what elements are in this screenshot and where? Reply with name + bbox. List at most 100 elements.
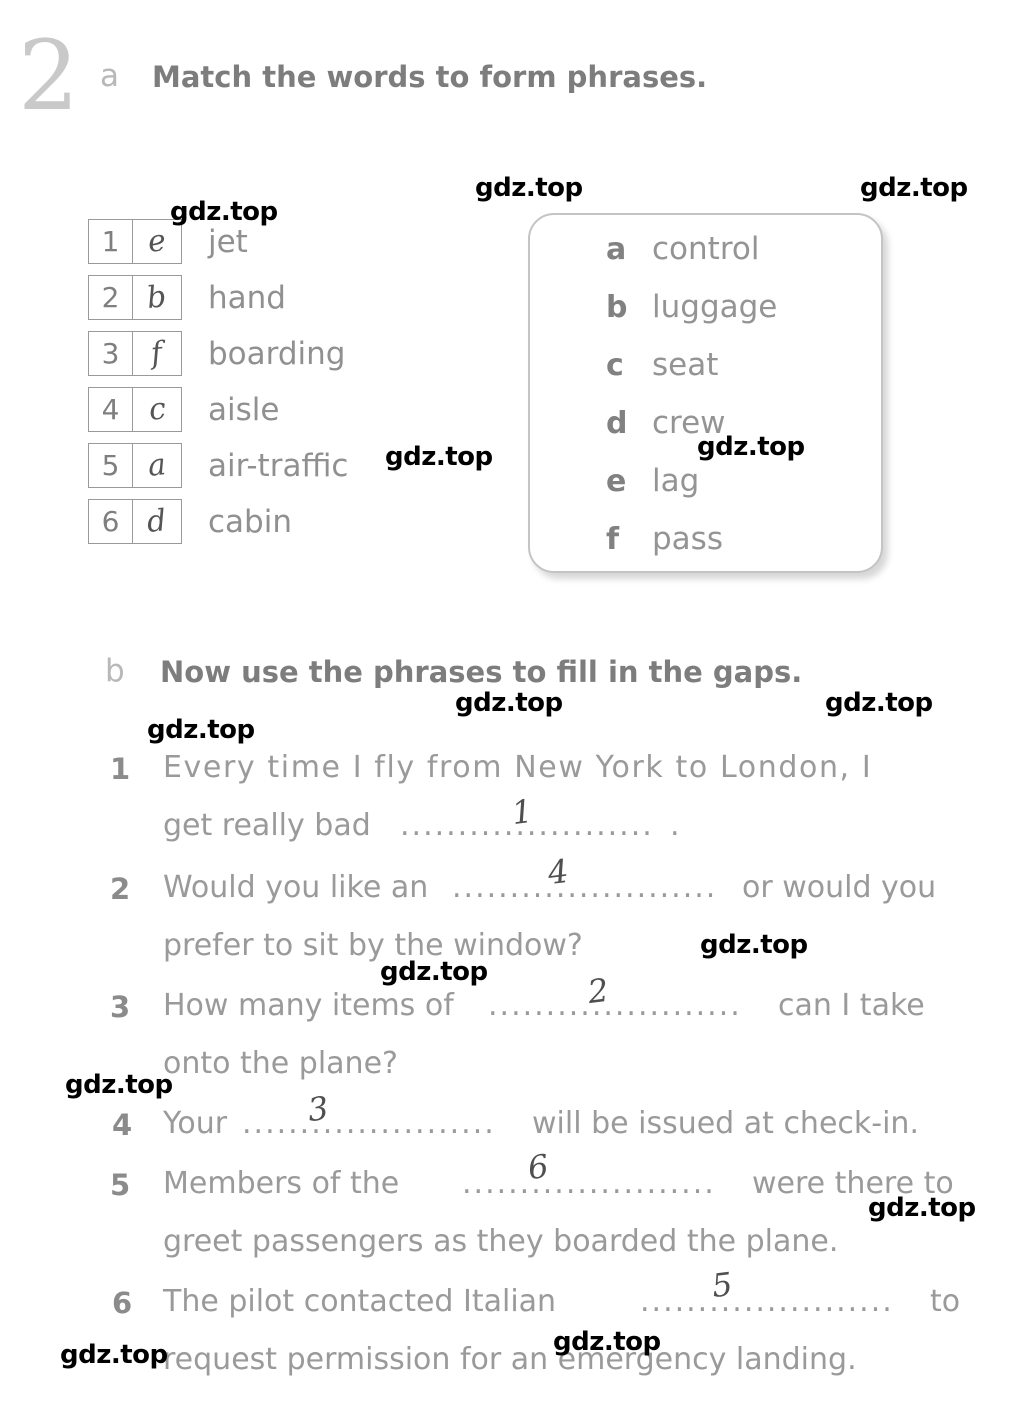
match-boxes[interactable]: 2 b	[88, 275, 182, 320]
option-letter: f	[606, 522, 620, 557]
match-boxes[interactable]: 1 e	[88, 219, 182, 264]
option-letter: a	[606, 232, 627, 267]
question-text: or would you	[742, 870, 937, 905]
question-text: will be issued at check-in.	[532, 1106, 919, 1141]
match-number: 1	[89, 220, 133, 263]
match-answer-box[interactable]: f	[133, 332, 181, 375]
option-word: luggage	[652, 289, 778, 325]
match-word: air-traffic	[208, 447, 349, 484]
option-letter: c	[606, 348, 624, 383]
question-text: prefer to sit by the window?	[163, 928, 583, 963]
question-number: 6	[112, 1286, 133, 1320]
question-gap-dots[interactable]: ......................	[242, 1106, 496, 1141]
question-gap-dots[interactable]: ......................	[488, 988, 742, 1023]
watermark: gdz.top	[860, 173, 968, 203]
question-number: 2	[110, 872, 131, 906]
question-text: request permission for an emergency land…	[163, 1342, 857, 1377]
question-text: get really bad	[163, 808, 371, 843]
watermark: gdz.top	[65, 1070, 173, 1100]
options-panel: a control b luggage c seat d crew e lag …	[528, 213, 883, 573]
match-boxes[interactable]: 3 f	[88, 331, 182, 376]
question-text: Your	[163, 1106, 228, 1141]
question-gap-dots[interactable]: ......................	[640, 1284, 894, 1319]
match-answer-box[interactable]: d	[133, 500, 181, 543]
question-text: to	[930, 1284, 961, 1319]
question-text: greet passengers as they boarded the pla…	[163, 1224, 839, 1259]
question-text: .	[670, 808, 680, 843]
option-word: control	[652, 231, 760, 267]
question-text: Members of the	[163, 1166, 400, 1201]
part-a-letter: a	[100, 58, 119, 94]
handwritten-answer: f	[149, 335, 165, 371]
gap-handwritten-answer: 6	[525, 1146, 551, 1188]
option-word: lag	[652, 463, 700, 499]
watermark: gdz.top	[380, 957, 488, 987]
watermark: gdz.top	[170, 197, 278, 227]
watermark: gdz.top	[385, 442, 493, 472]
watermark: gdz.top	[475, 173, 583, 203]
question-gap-dots[interactable]: .......................	[452, 870, 717, 905]
watermark: gdz.top	[553, 1327, 661, 1357]
match-row[interactable]: 2 b hand	[88, 274, 348, 321]
option-row[interactable]: c seat	[606, 347, 718, 383]
match-number: 5	[89, 444, 133, 487]
match-number: 4	[89, 388, 133, 431]
match-word: hand	[208, 279, 286, 316]
match-answer-box[interactable]: c	[133, 388, 181, 431]
option-row[interactable]: e lag	[606, 463, 699, 499]
part-a-heading: Match the words to form phrases.	[152, 60, 708, 94]
option-word: pass	[652, 521, 723, 557]
option-row[interactable]: a control	[606, 231, 759, 267]
match-list: 1 e jet 2 b hand 3 f boarding 4 c aisle …	[88, 218, 348, 554]
watermark: gdz.top	[868, 1193, 976, 1223]
question-text: onto the plane?	[163, 1046, 398, 1081]
option-letter: d	[606, 406, 628, 441]
handwritten-answer: a	[146, 446, 168, 484]
question-number: 5	[110, 1168, 131, 1202]
exercise-number: 2	[18, 20, 79, 132]
match-word: cabin	[208, 503, 292, 540]
question-text: How many items of	[163, 988, 454, 1023]
match-answer-box[interactable]: b	[133, 276, 181, 319]
match-number: 2	[89, 276, 133, 319]
watermark: gdz.top	[700, 930, 808, 960]
question-gap-dots[interactable]: ......................	[462, 1166, 716, 1201]
part-b-heading: Now use the phrases to fill in the gaps.	[160, 655, 803, 689]
gap-handwritten-answer: 1	[509, 791, 535, 833]
option-letter: e	[606, 464, 627, 499]
match-word: boarding	[208, 335, 346, 372]
option-letter: b	[606, 290, 628, 325]
match-answer-box[interactable]: a	[133, 444, 181, 487]
option-word: seat	[652, 347, 719, 383]
match-boxes[interactable]: 5 a	[88, 443, 182, 488]
question-text: can I take	[778, 988, 925, 1023]
gap-handwritten-answer: 2	[585, 970, 611, 1012]
match-word: jet	[208, 223, 248, 260]
question-number: 3	[110, 990, 131, 1024]
match-row[interactable]: 6 d cabin	[88, 498, 348, 545]
match-boxes[interactable]: 4 c	[88, 387, 182, 432]
question-number: 1	[110, 752, 131, 786]
question-text: The pilot contacted Italian	[163, 1284, 557, 1319]
match-number: 3	[89, 332, 133, 375]
match-word: aisle	[208, 391, 280, 428]
match-number: 6	[89, 500, 133, 543]
handwritten-answer: d	[145, 502, 169, 540]
match-row[interactable]: 5 a air-traffic	[88, 442, 348, 489]
option-row[interactable]: f pass	[606, 521, 723, 557]
watermark: gdz.top	[455, 688, 563, 718]
option-row[interactable]: b luggage	[606, 289, 777, 325]
gap-handwritten-answer: 5	[709, 1264, 735, 1306]
gap-handwritten-answer: 4	[545, 851, 571, 893]
match-boxes[interactable]: 6 d	[88, 499, 182, 544]
handwritten-answer: b	[145, 278, 169, 316]
match-row[interactable]: 3 f boarding	[88, 330, 348, 377]
watermark: gdz.top	[60, 1340, 168, 1370]
match-row[interactable]: 4 c aisle	[88, 386, 348, 433]
handwritten-answer: c	[146, 390, 168, 428]
gap-handwritten-answer: 3	[305, 1088, 331, 1130]
watermark: gdz.top	[147, 715, 255, 745]
question-text: Every time I fly from New York to London…	[163, 750, 873, 785]
watermark: gdz.top	[825, 688, 933, 718]
part-b-letter: b	[105, 653, 125, 689]
